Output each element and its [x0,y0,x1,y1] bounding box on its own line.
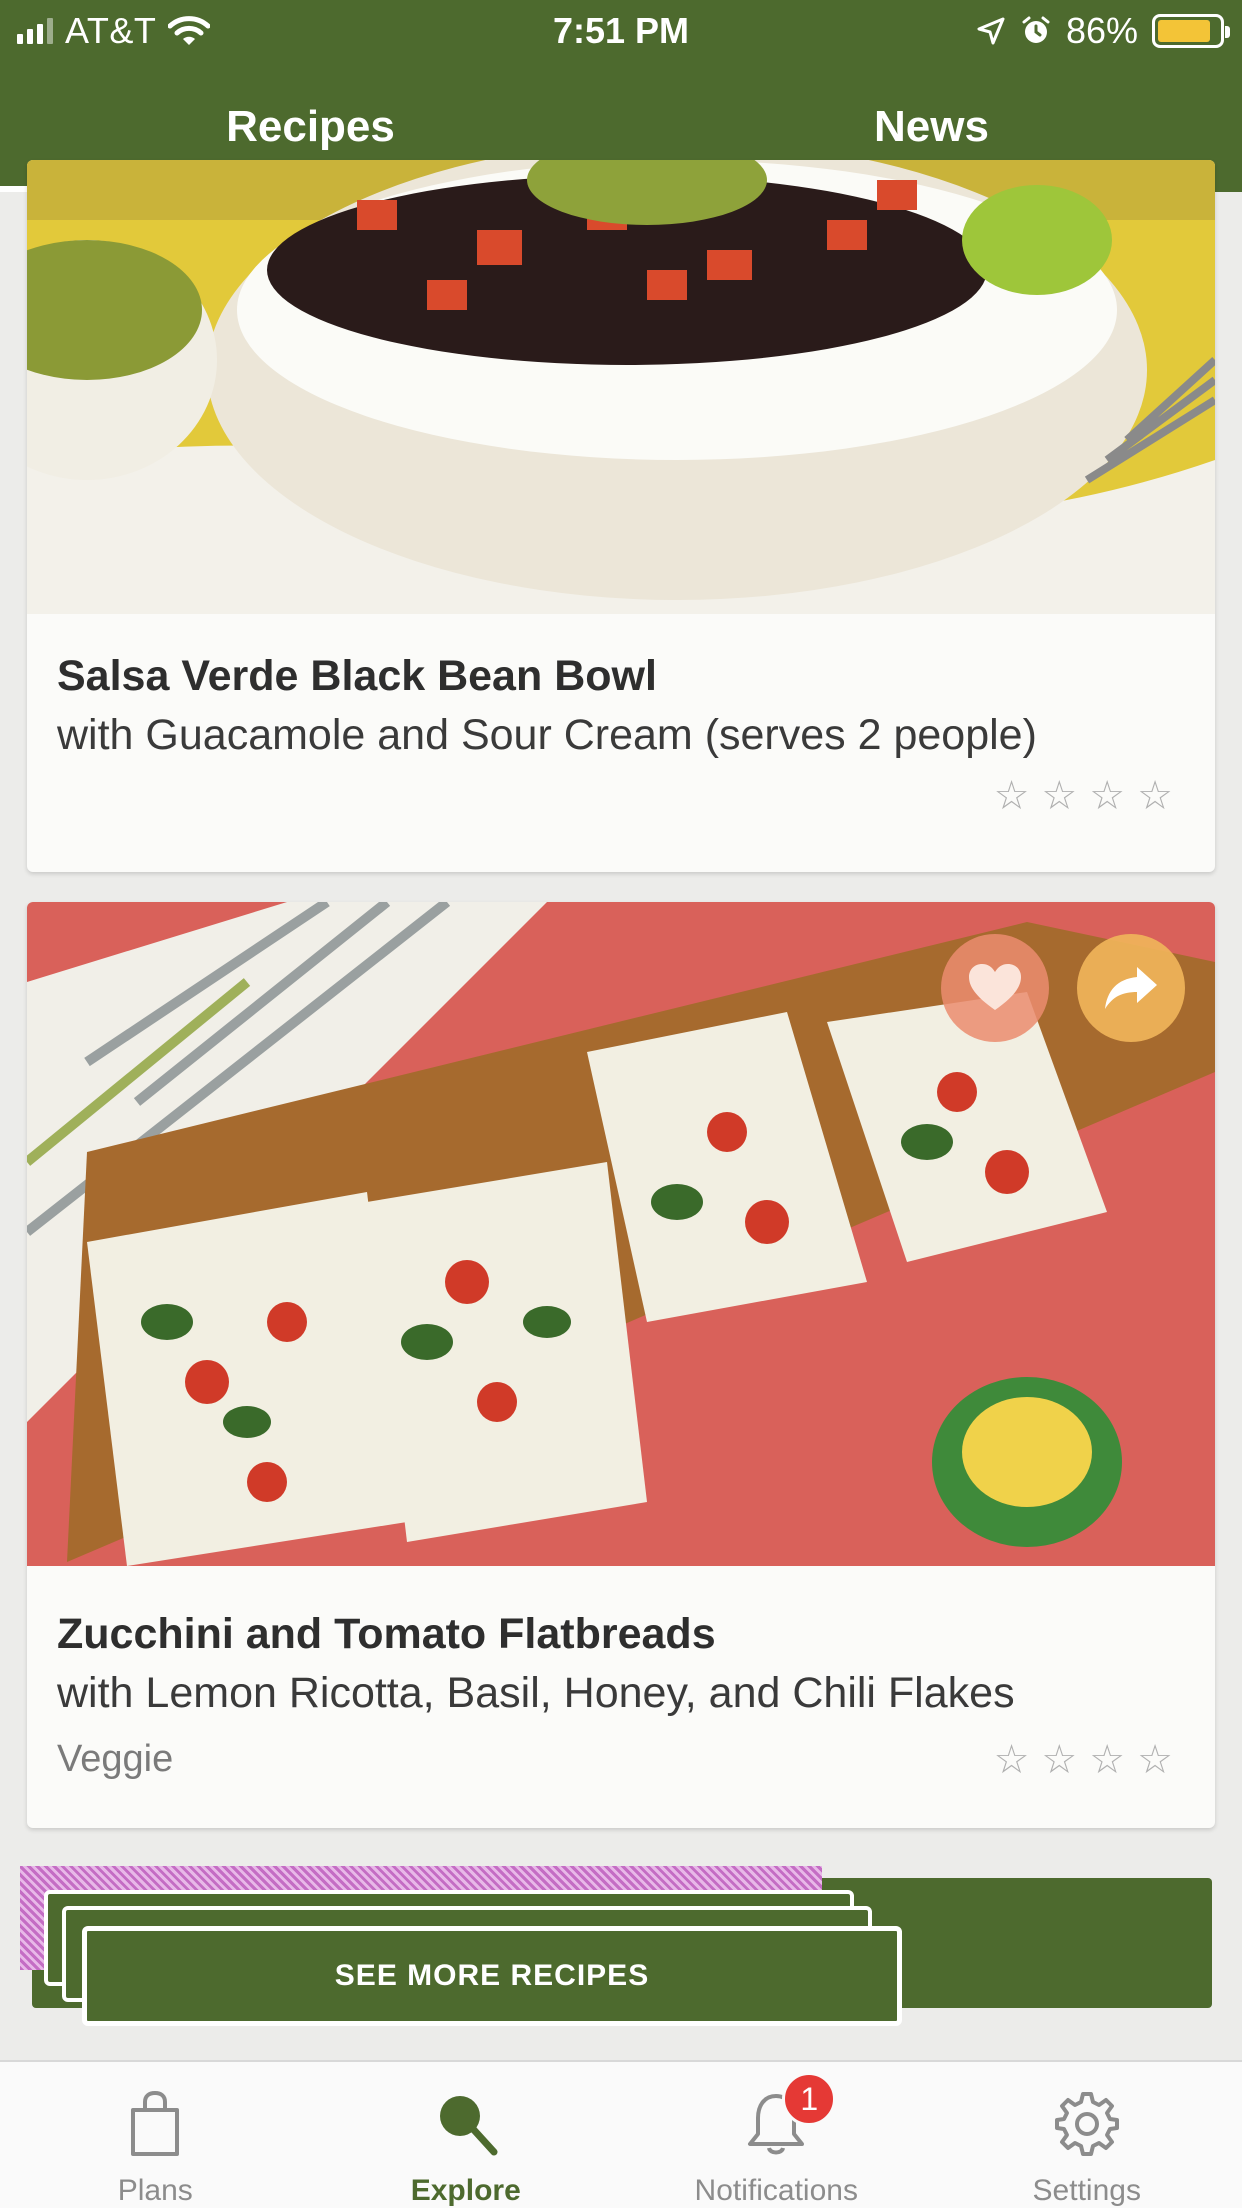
battery-icon [1152,14,1230,48]
nav-item-notifications[interactable]: 1 Notifications [621,2062,932,2208]
recipe-title: Zucchini and Tomato Flatbreads [57,1610,716,1658]
favorite-button[interactable] [941,934,1049,1042]
shopping-bag-icon [131,2090,180,2156]
see-more-section: SEE MORE RECIPES [20,1866,1220,2026]
notification-badge: 1 [782,2072,837,2126]
star-icon[interactable]: ☆ [994,776,1030,816]
nav-label: Plans [117,2174,193,2207]
share-arrow-icon [1105,967,1157,1009]
star-icon[interactable]: ☆ [1137,776,1173,816]
star-icon[interactable]: ☆ [1041,776,1077,816]
search-icon [439,2096,498,2156]
nav-label: Explore [410,2174,521,2207]
recipe-title: Salsa Verde Black Bean Bowl [57,652,657,700]
star-icon[interactable]: ☆ [1041,1740,1077,1780]
recipe-subtitle: with Lemon Ricotta, Basil, Honey, and Ch… [57,1669,1015,1717]
recipe-card[interactable]: Zucchini and Tomato Flatbreads with Lemo… [27,902,1215,1828]
battery-percent: 86% [1065,10,1138,51]
tab-recipes-label: Recipes [226,102,395,151]
gear-icon [1054,2092,1119,2156]
recipe-card[interactable]: Salsa Verde Black Bean Bowl with Guacamo… [27,160,1215,872]
star-icon[interactable]: ☆ [994,1740,1030,1780]
recipe-rating[interactable]: ☆ ☆ ☆ ☆ [994,776,1173,816]
battery-level [1158,20,1210,42]
nav-item-explore[interactable]: Explore [311,2062,622,2208]
see-more-recipes-button[interactable]: SEE MORE RECIPES [82,1926,902,2026]
share-button[interactable] [1077,934,1185,1042]
star-icon[interactable]: ☆ [1089,776,1125,816]
bottom-nav: Plans Explore 1 Notifications Settings [0,2060,1242,2208]
heart-icon [969,964,1021,1010]
nav-item-plans[interactable]: Plans [0,2062,311,2208]
alarm-icon [1022,16,1050,43]
tab-news-label: News [874,102,989,151]
nav-label: Notifications [694,2174,858,2207]
location-arrow-icon [977,17,1005,45]
star-icon[interactable]: ☆ [1089,1740,1125,1780]
star-icon[interactable]: ☆ [1137,1740,1173,1780]
bell-icon-wrap: 1 [740,2072,837,2160]
status-bar: AT&T 7:51 PM 86% [0,0,1242,62]
nav-item-settings[interactable]: Settings [932,2062,1242,2208]
recipe-rating[interactable]: ☆ ☆ ☆ ☆ [994,1740,1173,1780]
recipe-image [27,160,1215,614]
recipe-subtitle: with Guacamole and Sour Cream (serves 2 … [57,711,1037,759]
nav-label: Settings [1032,2174,1141,2207]
recipe-card-body: Salsa Verde Black Bean Bowl with Guacamo… [57,648,1185,766]
status-right: 86% [976,10,1230,52]
